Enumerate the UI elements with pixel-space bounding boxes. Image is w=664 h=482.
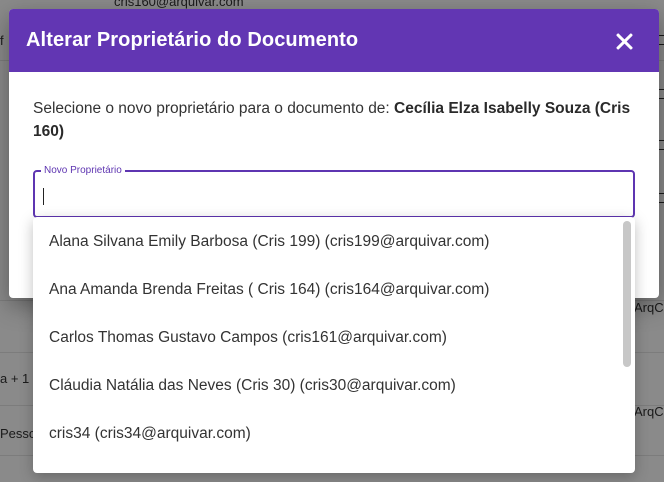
dropdown-scrollbar[interactable]	[623, 221, 631, 367]
prompt-text: Selecione o novo proprietário para o doc…	[33, 100, 395, 117]
option-item[interactable]: Ana Amanda Brenda Freitas ( Cris 164) (c…	[33, 266, 635, 314]
new-owner-field[interactable]: Novo Proprietário	[33, 164, 635, 218]
text-caret	[43, 188, 44, 205]
new-owner-input[interactable]	[37, 174, 631, 214]
dialog-body: Selecione o novo proprietário para o doc…	[9, 72, 659, 218]
owner-options-dropdown[interactable]: Alana Silvana Emily Barbosa (Cris 199) (…	[33, 217, 635, 473]
dialog-header: Alterar Proprietário do Documento	[9, 9, 659, 72]
option-item[interactable]: Alana Silvana Emily Barbosa (Cris 199) (…	[33, 218, 635, 266]
dialog-title: Alterar Proprietário do Documento	[26, 29, 359, 51]
option-item[interactable]: cris34 (cris34@arquivar.com)	[33, 410, 635, 458]
option-item[interactable]: Carlos Thomas Gustavo Campos (cris161@ar…	[33, 314, 635, 362]
options-list: Alana Silvana Emily Barbosa (Cris 199) (…	[33, 217, 635, 458]
close-icon[interactable]	[613, 30, 635, 52]
option-item[interactable]: Cláudia Natália das Neves (Cris 30) (cri…	[33, 362, 635, 410]
dialog-prompt: Selecione o novo proprietário para o doc…	[33, 97, 635, 143]
